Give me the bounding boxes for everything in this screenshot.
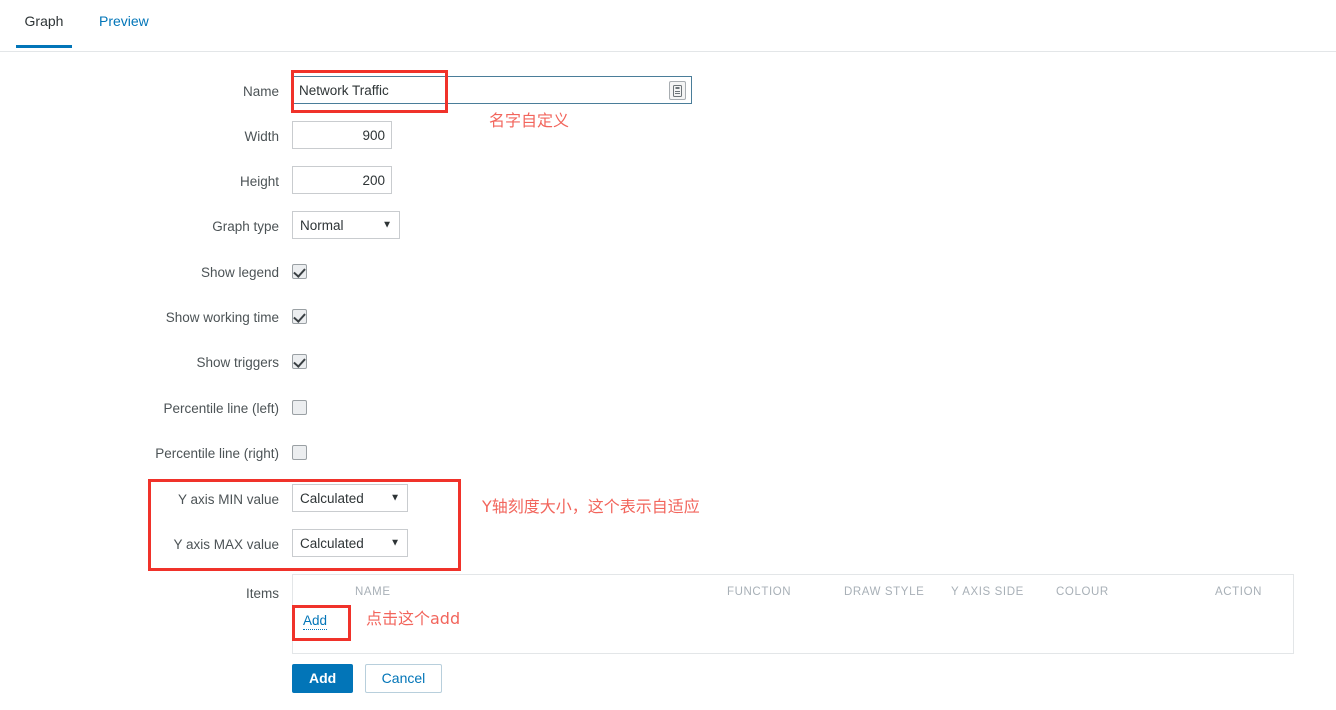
- show-working-time-field-wrap: [292, 308, 307, 326]
- width-field-wrap: [292, 121, 392, 149]
- percentile-right-label: Percentile line (right): [155, 446, 279, 461]
- column-header-draw-style: DRAW STYLE: [844, 586, 925, 598]
- graph-configuration-screen: Graph Preview Name Network Traffic Width…: [0, 0, 1336, 710]
- form-footer: Add Cancel: [0, 664, 1336, 709]
- show-triggers-field-wrap: [292, 353, 307, 371]
- row-show-triggers: Show triggers: [0, 347, 1336, 392]
- column-header-function: FUNCTION: [727, 586, 792, 598]
- show-working-time-label: Show working time: [165, 310, 279, 325]
- y-axis-max-value: Calculated: [300, 535, 364, 551]
- clipboard-icon[interactable]: [669, 81, 686, 100]
- show-legend-field-wrap: [292, 263, 307, 281]
- tab-preview-label: Preview: [99, 13, 149, 29]
- chevron-down-icon: ▼: [382, 219, 392, 231]
- tab-graph[interactable]: Graph: [16, 12, 72, 48]
- column-header-colour: COLOUR: [1056, 586, 1109, 598]
- show-legend-checkbox[interactable]: [292, 264, 307, 280]
- name-input[interactable]: [292, 76, 692, 104]
- y-axis-min-field-wrap: Calculated ▼: [292, 484, 408, 512]
- height-input[interactable]: [292, 166, 392, 194]
- name-label: Name: [242, 84, 279, 99]
- y-axis-min-value: Calculated: [300, 490, 364, 506]
- graph-type-select[interactable]: Normal ▼: [292, 211, 400, 239]
- row-graph-type: Graph type Normal ▼: [0, 211, 1336, 256]
- y-axis-max-label: Y axis MAX value: [173, 537, 279, 552]
- percentile-right-checkbox[interactable]: [292, 445, 307, 461]
- height-field-wrap: [292, 166, 392, 194]
- percentile-left-field-wrap: [292, 399, 307, 417]
- chevron-down-icon: ▼: [390, 492, 400, 504]
- y-axis-min-select[interactable]: Calculated ▼: [292, 484, 408, 512]
- graph-type-label: Graph type: [212, 219, 279, 234]
- annotation-text-y-axis: Y轴刻度大小，这个表示自适应: [482, 497, 700, 516]
- show-legend-label: Show legend: [200, 265, 279, 280]
- submit-add-button[interactable]: Add: [292, 664, 354, 693]
- row-y-axis-max: Y axis MAX value Calculated ▼: [0, 529, 1336, 574]
- y-axis-max-field-wrap: Calculated ▼: [292, 529, 408, 557]
- percentile-left-checkbox[interactable]: [292, 400, 307, 416]
- height-label: Height: [239, 174, 279, 189]
- annotation-text-add-link: 点击这个add: [366, 609, 461, 628]
- add-item-link[interactable]: Add: [303, 612, 328, 630]
- items-label: Items: [245, 586, 279, 601]
- show-triggers-checkbox[interactable]: [292, 354, 307, 370]
- row-show-working-time: Show working time: [0, 302, 1336, 347]
- show-triggers-label: Show triggers: [196, 355, 279, 370]
- y-axis-min-label: Y axis MIN value: [177, 492, 279, 507]
- row-percentile-right: Percentile line (right): [0, 438, 1336, 483]
- footer-buttons: Add Cancel: [292, 664, 443, 693]
- tab-preview[interactable]: Preview: [99, 12, 149, 45]
- column-header-name: NAME: [355, 586, 391, 598]
- name-field-wrap: [292, 76, 692, 104]
- annotation-text-name: 名字自定义: [489, 111, 570, 130]
- items-table-header: NAME FUNCTION DRAW STYLE Y AXIS SIDE COL…: [293, 575, 1293, 609]
- tab-bar: Graph Preview: [0, 0, 1336, 52]
- row-name: Name: [0, 76, 1336, 121]
- percentile-left-label: Percentile line (left): [163, 401, 279, 416]
- chevron-down-icon: ▼: [390, 537, 400, 549]
- row-percentile-left: Percentile line (left): [0, 393, 1336, 438]
- tab-graph-label: Graph: [24, 13, 64, 29]
- graph-type-value: Normal: [300, 217, 344, 233]
- column-header-y-axis-side: Y AXIS SIDE: [951, 586, 1024, 598]
- percentile-right-field-wrap: [292, 444, 307, 462]
- cancel-button[interactable]: Cancel: [364, 664, 443, 693]
- graph-type-field-wrap: Normal ▼: [292, 211, 400, 239]
- row-height: Height: [0, 166, 1336, 211]
- row-width: Width: [0, 121, 1336, 166]
- row-show-legend: Show legend: [0, 257, 1336, 302]
- column-header-action: ACTION: [1215, 586, 1263, 598]
- y-axis-max-select[interactable]: Calculated ▼: [292, 529, 408, 557]
- width-input[interactable]: [292, 121, 392, 149]
- show-working-time-checkbox[interactable]: [292, 309, 307, 325]
- width-label: Width: [244, 129, 279, 144]
